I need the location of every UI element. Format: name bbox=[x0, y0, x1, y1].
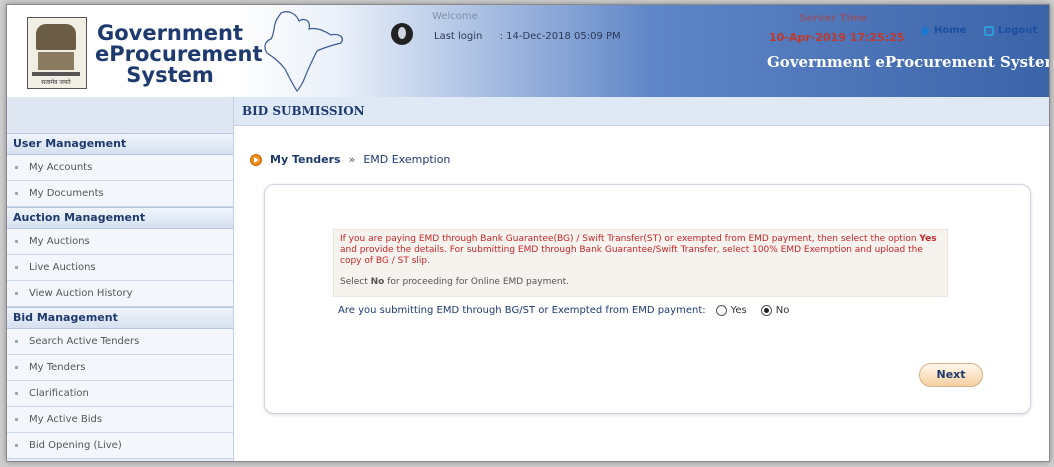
sidebar: User Management My Accounts My Documents… bbox=[7, 97, 234, 461]
option-yes[interactable]: Yes bbox=[715, 305, 747, 316]
sidebar-spacer bbox=[7, 97, 233, 133]
brand-logo-text: Government eProcurement System bbox=[95, 21, 263, 87]
emd-info-note: Select No for proceeding for Online EMD … bbox=[340, 277, 570, 287]
server-time-label: Server Time bbox=[799, 13, 868, 24]
radio-no[interactable] bbox=[760, 305, 772, 316]
home-link[interactable]: Home bbox=[920, 25, 966, 36]
home-label: Home bbox=[934, 25, 967, 36]
option-no[interactable]: No bbox=[760, 305, 790, 316]
emd-exemption-panel: If you are paying EMD through Bank Guara… bbox=[264, 184, 1031, 414]
option-no-label: No bbox=[775, 305, 790, 316]
logout-icon bbox=[984, 25, 994, 36]
app-window: सत्यमेव जयते Government eProcurement Sys… bbox=[6, 4, 1050, 462]
user-avatar-icon bbox=[391, 23, 413, 45]
system-title: Government eProcurement System bbox=[767, 53, 1050, 71]
emblem-motto: सत्यमेव जयते bbox=[41, 79, 71, 86]
page-title: BID SUBMISSION bbox=[234, 97, 1049, 126]
arrow-circle-icon bbox=[250, 153, 262, 166]
national-emblem-logo: सत्यमेव जयते bbox=[27, 17, 87, 89]
server-time: 10-Apr-2019 17:25:25 bbox=[769, 31, 905, 44]
sidebar-item-search-active-tenders[interactable]: Search Active Tenders bbox=[7, 329, 233, 355]
emd-info-box: If you are paying EMD through Bank Guara… bbox=[333, 229, 948, 297]
sidebar-section-bid-management: Bid Management bbox=[7, 307, 233, 329]
welcome-label: Welcome bbox=[432, 11, 478, 22]
sidebar-item-bid-opening-live[interactable]: Bid Opening (Live) bbox=[7, 433, 233, 459]
india-map-icon bbox=[264, 11, 343, 92]
emd-info-text: If you are paying EMD through Bank Guara… bbox=[340, 234, 937, 266]
emd-question-row: Are you submitting EMD through BG/ST or … bbox=[338, 305, 803, 316]
breadcrumb: My Tenders » EMD Exemption bbox=[250, 153, 450, 166]
breadcrumb-current: EMD Exemption bbox=[363, 153, 451, 166]
sidebar-item-view-auction-history[interactable]: View Auction History bbox=[7, 281, 233, 307]
last-login-label: Last login bbox=[434, 31, 483, 42]
last-login-value: : 14-Dec-2018 05:09 PM bbox=[499, 31, 621, 42]
sidebar-item-my-active-bids[interactable]: My Active Bids bbox=[7, 407, 233, 433]
brand-line-1: Government bbox=[96, 21, 243, 45]
breadcrumb-separator: » bbox=[348, 153, 356, 166]
logout-link[interactable]: Logout bbox=[984, 25, 1037, 36]
last-login-row: Last login : 14-Dec-2018 05:09 PM bbox=[434, 31, 621, 42]
sidebar-section-user-management: User Management bbox=[7, 133, 233, 155]
radio-yes[interactable] bbox=[715, 305, 727, 316]
emd-question-label: Are you submitting EMD through BG/ST or … bbox=[338, 305, 706, 316]
welcome-row: Welcome bbox=[432, 11, 510, 22]
brand-line-3: System bbox=[126, 63, 214, 87]
header-bar: सत्यमेव जयते Government eProcurement Sys… bbox=[7, 5, 1049, 97]
sidebar-item-my-accounts[interactable]: My Accounts bbox=[7, 155, 233, 181]
sidebar-item-my-documents[interactable]: My Documents bbox=[7, 181, 233, 207]
sidebar-item-live-auctions[interactable]: Live Auctions bbox=[7, 255, 233, 281]
breadcrumb-my-tenders[interactable]: My Tenders bbox=[270, 153, 341, 166]
brand-line-2: eProcurement bbox=[95, 42, 263, 66]
option-yes-label: Yes bbox=[730, 305, 747, 316]
next-button[interactable]: Next bbox=[919, 363, 983, 387]
sidebar-item-clarification[interactable]: Clarification bbox=[7, 381, 233, 407]
home-icon bbox=[920, 26, 930, 35]
sidebar-item-my-tenders[interactable]: My Tenders bbox=[7, 355, 233, 381]
logout-label: Logout bbox=[998, 25, 1038, 36]
main-content: BID SUBMISSION My Tenders » EMD Exemptio… bbox=[234, 97, 1049, 461]
sidebar-item-my-auctions[interactable]: My Auctions bbox=[7, 229, 233, 255]
sidebar-section-auction-management: Auction Management bbox=[7, 207, 233, 229]
